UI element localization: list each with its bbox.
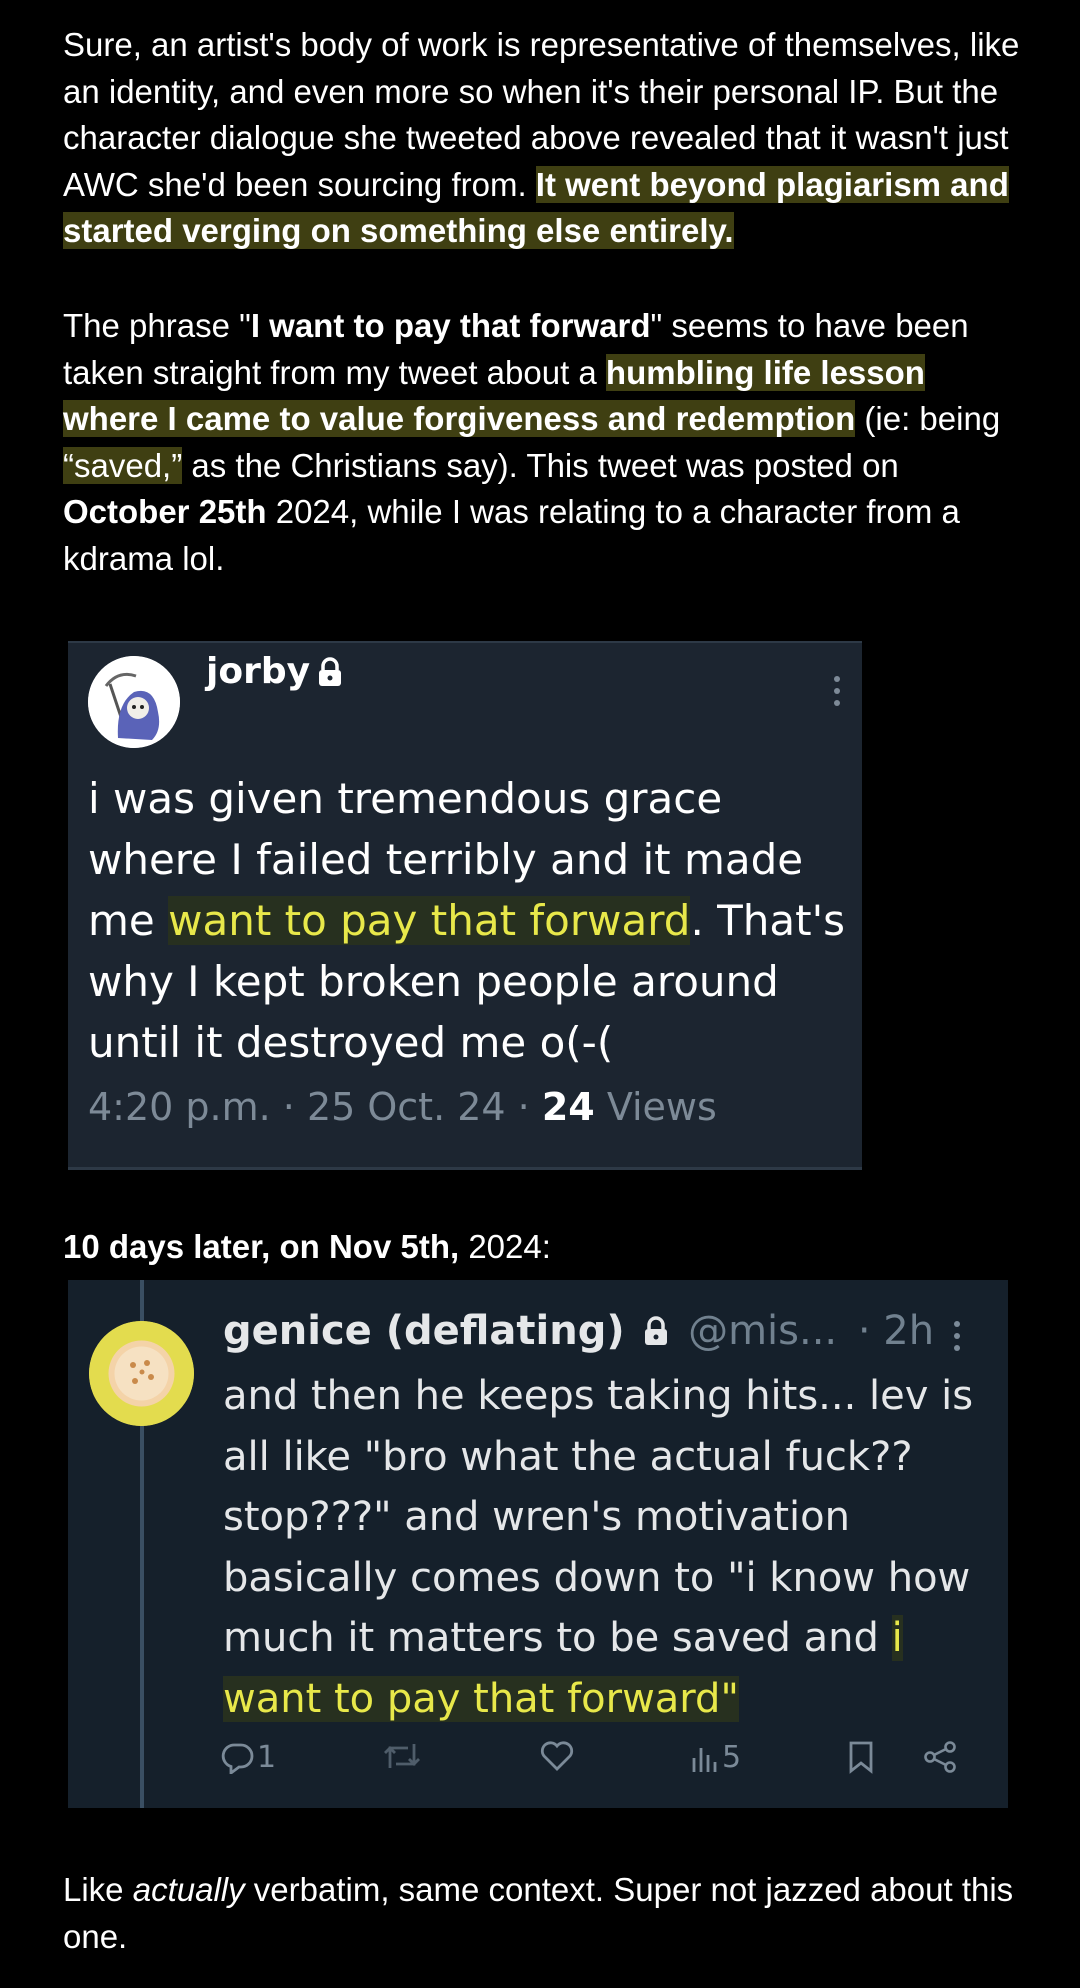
quoted-phrase: I want to pay that forward bbox=[250, 307, 651, 344]
display-name[interactable]: jorby bbox=[206, 651, 310, 692]
bookmark-icon bbox=[849, 1741, 873, 1774]
share-button[interactable] bbox=[922, 1740, 958, 1774]
paragraph-text: The phrase " bbox=[63, 307, 251, 344]
tweet-actions: 1 5 bbox=[68, 1740, 1008, 1790]
views-label: Views bbox=[594, 1085, 717, 1129]
paragraph-intro: Sure, an artist's body of work is repres… bbox=[63, 22, 1023, 255]
date-text: October 25th bbox=[63, 493, 267, 530]
paragraph-text: 2024: bbox=[459, 1228, 551, 1265]
tweet-card-genice: genice (deflating) @mis... · 2h and then… bbox=[68, 1280, 1008, 1808]
timestamp: 4:20 p.m. · 25 Oct. 24 · bbox=[88, 1085, 542, 1129]
paragraph-conclusion: Like actually verbatim, same context. Su… bbox=[63, 1867, 1023, 1960]
tweet-text-part: and then he keeps taking hits... lev is … bbox=[223, 1373, 974, 1661]
bookmark-button[interactable] bbox=[846, 1740, 876, 1774]
more-icon[interactable] bbox=[832, 675, 842, 707]
reply-button[interactable]: 1 bbox=[221, 1740, 276, 1775]
avatar[interactable] bbox=[88, 656, 180, 748]
highlighted-phrase: want to pay that forward bbox=[168, 896, 691, 945]
paragraph-text: as the Christians say). This tweet was p… bbox=[182, 446, 899, 484]
emphasis-text: actually bbox=[132, 1871, 245, 1908]
highlighted-text: “saved,” bbox=[63, 446, 183, 484]
reply-count: 1 bbox=[257, 1740, 277, 1775]
views-button[interactable]: 5 bbox=[690, 1740, 741, 1775]
views-count: 5 bbox=[722, 1740, 742, 1775]
paragraph-later: 10 days later, on Nov 5th, 2024: bbox=[63, 1224, 1023, 1271]
avatar[interactable] bbox=[89, 1321, 194, 1426]
tweet-meta: 4:20 p.m. · 25 Oct. 24 · 24 Views bbox=[88, 1085, 717, 1129]
reply-icon bbox=[221, 1743, 254, 1774]
tweet-card-jorby: jorby i was given tremendous grace where… bbox=[68, 641, 862, 1170]
lock-icon bbox=[319, 657, 341, 686]
cookie-avatar-icon bbox=[89, 1321, 194, 1426]
views-count: 24 bbox=[541, 1085, 595, 1129]
tweet-text: and then he keeps taking hits... lev is … bbox=[223, 1366, 1003, 1729]
retweet-icon bbox=[384, 1744, 420, 1768]
paragraph-phrase: The phrase "I want to pay that forward" … bbox=[63, 303, 1023, 582]
views-icon bbox=[692, 1747, 717, 1772]
lock-icon bbox=[645, 1316, 668, 1345]
share-icon bbox=[924, 1741, 956, 1773]
paragraph-text: (ie: being bbox=[855, 400, 1001, 437]
more-icon[interactable] bbox=[952, 1320, 962, 1352]
paragraph-text: Like bbox=[63, 1871, 133, 1908]
display-name[interactable]: genice (deflating) bbox=[223, 1308, 625, 1354]
like-button[interactable] bbox=[539, 1740, 575, 1772]
timestamp: · 2h bbox=[857, 1308, 935, 1354]
handle[interactable]: @mis... bbox=[688, 1308, 837, 1354]
reaper-avatar-icon bbox=[88, 656, 180, 748]
retweet-button[interactable] bbox=[382, 1740, 422, 1772]
like-icon bbox=[540, 1741, 574, 1771]
tweet-text: i was given tremendous grace where I fai… bbox=[88, 768, 858, 1073]
date-text: 10 days later, on Nov 5th, bbox=[63, 1228, 460, 1265]
tweet-header: genice (deflating) @mis... · 2h bbox=[223, 1308, 934, 1354]
